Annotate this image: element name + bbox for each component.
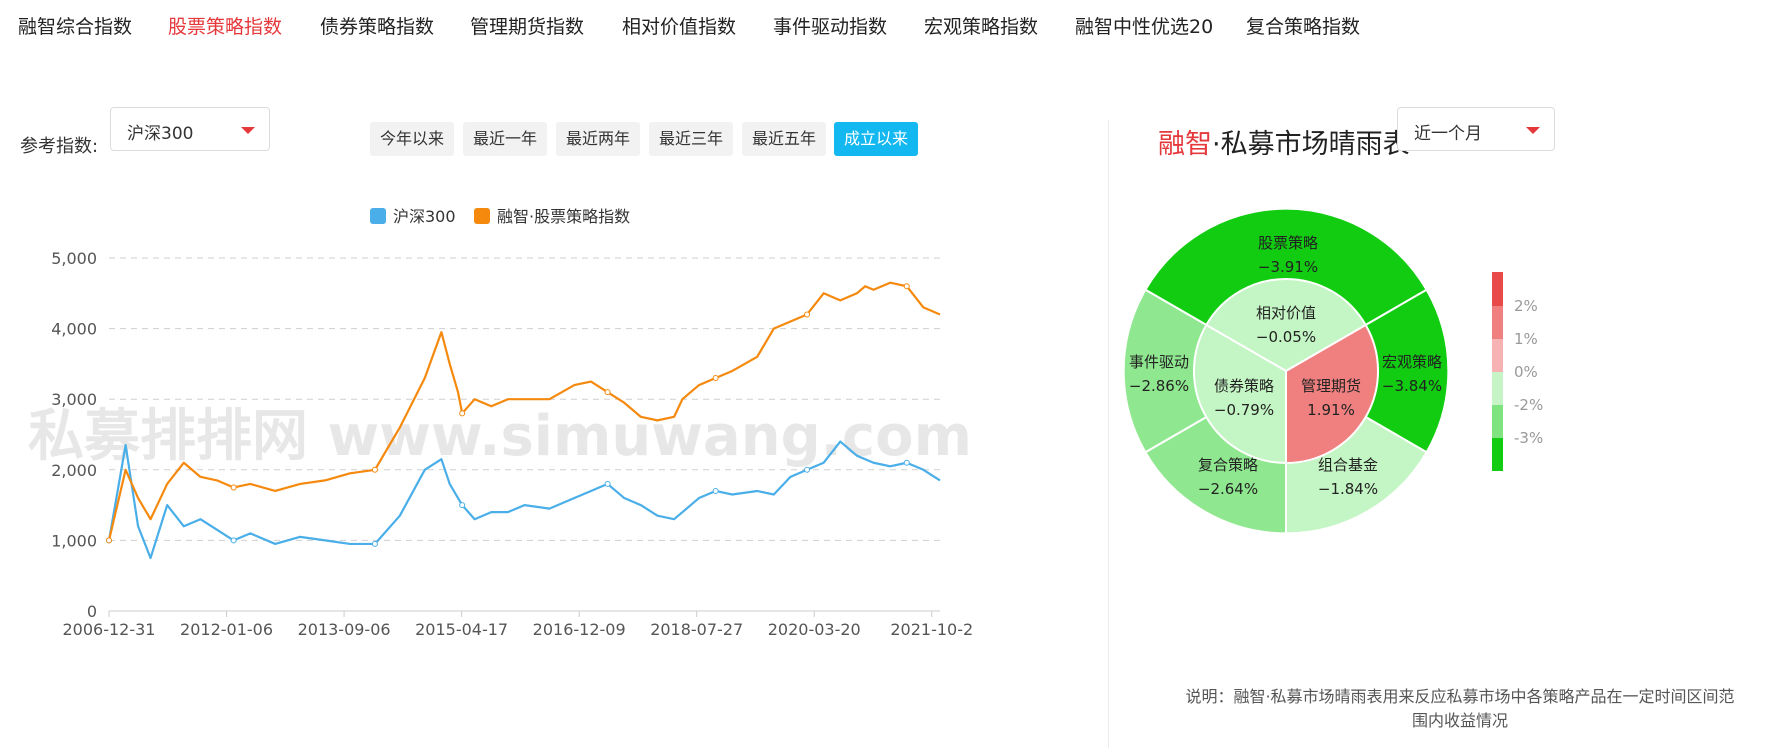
scale-band-1	[1492, 272, 1503, 306]
legend-label-stock-index[interactable]: 融智·股票策略指数	[497, 207, 630, 226]
line-point	[459, 410, 466, 417]
line-point	[712, 375, 719, 382]
line-point	[230, 537, 237, 544]
legend-swatch-stock-index	[474, 208, 490, 224]
pie-label-multi-strategy: 复合策略	[1198, 456, 1258, 474]
pie-sector-stock-strategy[interactable]	[1144, 207, 1428, 373]
line-point	[804, 466, 811, 473]
line-point	[230, 484, 237, 491]
pie-sector-multi-strategy[interactable]	[1144, 369, 1287, 535]
pie-label-fund-of-funds: 组合基金	[1318, 456, 1378, 474]
pie-inner-ring	[1192, 278, 1380, 465]
scale-band-4	[1492, 372, 1503, 405]
section-divider	[1108, 120, 1109, 748]
pie-value-fund-of-funds: −1.84%	[1318, 480, 1378, 498]
x-tick-label: 2020-03-20	[768, 620, 861, 639]
pie-label-stock-strategy: 股票策略	[1258, 234, 1318, 252]
pie-labels: 股票策略 −3.91% 宏观策略 −3.84% 组合基金 −1.84% 复合策略…	[1129, 234, 1442, 498]
pie-value-relative-value: −0.05%	[1256, 328, 1316, 346]
period-select[interactable]: 近一个月	[1397, 107, 1555, 151]
chevron-down-icon	[1526, 127, 1540, 134]
legend-swatch-hs300	[370, 208, 386, 224]
index-line-chart: 私募排排网 www.simuwang.com 沪深300 融智·股票策略指数 0…	[28, 207, 973, 639]
y-tick-label: 3,000	[51, 390, 97, 409]
pie-outer-ring	[1122, 207, 1450, 535]
y-tick-label: 5,000	[51, 249, 97, 268]
barometer-note: 说明：融智·私募市场晴雨表用来反应私募市场中各策略产品在一定时间区间范围内收益情…	[1185, 687, 1735, 730]
scale-band-5	[1492, 405, 1503, 438]
color-scale-legend: 2% 1% 0% -2% -3%	[1492, 272, 1543, 471]
pie-value-macro-strategy: −3.84%	[1382, 377, 1442, 395]
pie-value-multi-strategy: −2.64%	[1198, 480, 1258, 498]
pie-sector-bond-strategy[interactable]	[1192, 323, 1287, 465]
chart-legend: 沪深300 融智·股票策略指数	[370, 207, 630, 226]
pie-sector-fund-of-funds[interactable]	[1285, 369, 1428, 535]
line-point	[804, 311, 811, 318]
scale-tick-4: -2%	[1514, 396, 1543, 414]
y-tick-label: 0	[87, 602, 97, 621]
pie-sector-macro-strategy[interactable]	[1284, 288, 1450, 454]
line-point	[903, 459, 910, 466]
barometer-title-brand: 融智	[1158, 129, 1212, 160]
scale-tick-3: 0%	[1514, 363, 1538, 381]
scale-band-2	[1492, 306, 1503, 339]
pie-label-relative-value: 相对价值	[1256, 304, 1316, 322]
x-tick-label: 2012-01-06	[180, 620, 273, 639]
y-tick-label: 4,000	[51, 320, 97, 339]
pie-label-managed-futures: 管理期货	[1301, 377, 1361, 395]
x-tick-label: 2015-04-17	[415, 620, 508, 639]
scale-band-6	[1492, 438, 1503, 471]
line-point	[604, 389, 611, 396]
line-point	[712, 487, 719, 494]
scale-tick-2: 1%	[1514, 330, 1538, 348]
line-point	[371, 540, 378, 547]
nav-multi-strategy-index[interactable]: 复合策略指数	[1246, 12, 1360, 39]
pie-sector-relative-value[interactable]	[1204, 278, 1368, 373]
watermark-text: 私募排排网 www.simuwang.com	[28, 404, 972, 469]
scale-tick-5: -3%	[1514, 429, 1543, 447]
scale-tick-1: 2%	[1514, 297, 1538, 315]
pie-label-bond-strategy: 债券策略	[1214, 377, 1274, 395]
x-tick-label: 2021-10-2	[890, 620, 973, 639]
barometer-title-rest: ·私募市场晴雨表	[1212, 129, 1410, 160]
pie-value-stock-strategy: −3.91%	[1258, 258, 1318, 276]
watermark: 私募排排网 www.simuwang.com	[28, 404, 972, 469]
line-point	[604, 480, 611, 487]
x-tick-label: 2018-07-27	[650, 620, 743, 639]
line-point	[106, 537, 112, 544]
period-select-value: 近一个月	[1414, 124, 1482, 144]
pie-sector-managed-futures[interactable]	[1285, 323, 1380, 465]
x-axis: 2006-12-31 2012-01-06 2013-09-06 2015-04-17…	[63, 610, 973, 639]
line-point	[459, 502, 466, 509]
pie-value-event-driven: −2.86%	[1129, 377, 1189, 395]
pie-value-bond-strategy: −0.79%	[1214, 401, 1274, 419]
pie-sector-event-driven[interactable]	[1122, 288, 1288, 454]
pie-value-managed-futures: 1.91%	[1307, 401, 1355, 419]
x-tick-label: 2016-12-09	[533, 620, 626, 639]
y-tick-label: 1,000	[51, 531, 97, 550]
pie-label-event-driven: 事件驱动	[1129, 353, 1189, 371]
y-tick-label: 2,000	[51, 461, 97, 480]
barometer-title: 融智·私募市场晴雨表	[1158, 122, 1410, 161]
line-point	[371, 466, 378, 473]
scale-band-3	[1492, 339, 1503, 372]
pie-label-macro-strategy: 宏观策略	[1382, 353, 1442, 371]
line-point	[903, 283, 910, 290]
nav-neutral-select-20[interactable]: 融智中性优选20	[1075, 12, 1213, 39]
x-tick-label: 2013-09-06	[298, 620, 391, 639]
legend-label-hs300[interactable]: 沪深300	[393, 207, 456, 226]
x-tick-label: 2006-12-31	[63, 620, 156, 639]
